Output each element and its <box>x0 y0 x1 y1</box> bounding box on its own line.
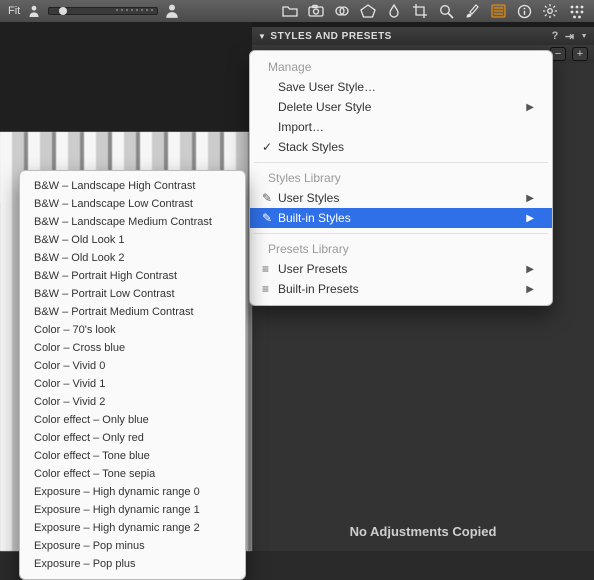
check-icon: ✓ <box>262 140 272 154</box>
style-item[interactable]: Color – Vivid 1 <box>20 375 245 393</box>
panel-menu-dropdown-icon[interactable]: ▼ <box>581 33 588 40</box>
menu-separator <box>254 162 548 163</box>
style-item[interactable]: Exposure – High dynamic range 0 <box>20 483 245 501</box>
panel-header[interactable]: ▼ STYLES AND PRESETS ? ⇥ ▼ <box>252 27 594 45</box>
no-adjustments-label: No Adjustments Copied <box>252 524 594 539</box>
style-item[interactable]: Color effect – Tone sepia <box>20 465 245 483</box>
person-left-icon[interactable] <box>26 3 42 19</box>
submenu-arrow-icon: ▶ <box>526 102 534 113</box>
style-item[interactable]: B&W – Old Look 1 <box>20 231 245 249</box>
info-circle-icon[interactable] <box>516 3 532 19</box>
style-item[interactable]: B&W – Portrait Low Contrast <box>20 285 245 303</box>
top-toolbar: Fit <box>0 0 594 22</box>
style-item[interactable]: Exposure – Pop plus <box>20 555 245 573</box>
presets-small-icon: ≡ <box>262 282 274 296</box>
plus-button[interactable]: + <box>572 47 588 61</box>
label: Stack Styles <box>278 140 344 154</box>
style-item[interactable]: B&W – Portrait Medium Contrast <box>20 303 245 321</box>
menu-heading-presets-library: Presets Library <box>250 239 552 259</box>
person-right-icon[interactable] <box>164 3 180 19</box>
grid-icon[interactable] <box>568 3 584 19</box>
menu-user-presets[interactable]: ≡ User Presets ▶ <box>250 259 552 279</box>
disclosure-triangle-icon[interactable]: ▼ <box>258 32 266 41</box>
zoom-slider[interactable] <box>48 7 158 15</box>
style-item[interactable]: Exposure – High dynamic range 2 <box>20 519 245 537</box>
menu-save-user-style[interactable]: Save User Style… <box>250 77 552 97</box>
help-icon[interactable]: ? <box>552 30 559 42</box>
style-item[interactable]: Color – 70's look <box>20 321 245 339</box>
style-item[interactable]: Color effect – Only red <box>20 429 245 447</box>
menu-import[interactable]: Import… <box>250 117 552 137</box>
magnifier-icon[interactable] <box>438 3 454 19</box>
menu-heading-styles-library: Styles Library <box>250 168 552 188</box>
style-item[interactable]: B&W – Landscape Medium Contrast <box>20 213 245 231</box>
overlap-circles-icon[interactable] <box>334 3 350 19</box>
camera-icon[interactable] <box>308 3 324 19</box>
label: Built-in Styles <box>278 211 351 225</box>
menu-heading-manage: Manage <box>250 57 552 77</box>
submenu-arrow-icon: ▶ <box>526 284 534 295</box>
styles-manage-menu: Manage Save User Style… Delete User Styl… <box>249 50 553 306</box>
submenu-arrow-icon: ▶ <box>526 193 534 204</box>
menu-user-styles[interactable]: ✎ User Styles ▶ <box>250 188 552 208</box>
label: Import… <box>278 120 324 134</box>
menu-built-in-styles[interactable]: ✎ Built-in Styles ▶ <box>250 208 552 228</box>
label: Save User Style… <box>278 80 376 94</box>
style-item[interactable]: B&W – Landscape Low Contrast <box>20 195 245 213</box>
label: Built-in Presets <box>278 282 359 296</box>
pentagon-icon[interactable] <box>360 3 376 19</box>
style-item[interactable]: Color effect – Tone blue <box>20 447 245 465</box>
label: User Presets <box>278 262 347 276</box>
brush-small-icon: ✎ <box>262 191 274 205</box>
style-item[interactable]: Exposure – Pop minus <box>20 537 245 555</box>
gear-icon[interactable] <box>542 3 558 19</box>
style-item[interactable]: B&W – Portrait High Contrast <box>20 267 245 285</box>
tool-icons <box>272 3 594 19</box>
droplet-icon[interactable] <box>386 3 402 19</box>
menu-delete-user-style[interactable]: Delete User Style ▶ <box>250 97 552 117</box>
style-item[interactable]: B&W – Old Look 2 <box>20 249 245 267</box>
style-item[interactable]: Color – Vivid 0 <box>20 357 245 375</box>
submenu-arrow-icon: ▶ <box>526 213 534 224</box>
style-item[interactable]: Color – Cross blue <box>20 339 245 357</box>
panel-menu-forward-icon[interactable]: ⇥ <box>565 30 575 43</box>
brush-icon[interactable] <box>464 3 480 19</box>
presets-small-icon: ≡ <box>262 262 274 276</box>
folder-icon[interactable] <box>282 3 298 19</box>
style-item[interactable]: Exposure – High dynamic range 1 <box>20 501 245 519</box>
menu-separator <box>254 233 548 234</box>
builtin-styles-submenu: B&W – Landscape High Contrast B&W – Land… <box>19 170 246 580</box>
style-item[interactable]: B&W – Landscape High Contrast <box>20 177 245 195</box>
crop-icon[interactable] <box>412 3 428 19</box>
list-box-icon[interactable] <box>490 3 506 19</box>
menu-built-in-presets[interactable]: ≡ Built-in Presets ▶ <box>250 279 552 299</box>
label: Delete User Style <box>278 100 371 114</box>
style-item[interactable]: Color – Vivid 2 <box>20 393 245 411</box>
menu-stack-styles[interactable]: ✓ Stack Styles <box>250 137 552 157</box>
brush-small-icon: ✎ <box>262 211 274 225</box>
label: User Styles <box>278 191 339 205</box>
submenu-arrow-icon: ▶ <box>526 264 534 275</box>
fit-label[interactable]: Fit <box>8 5 20 17</box>
style-item[interactable]: Color effect – Only blue <box>20 411 245 429</box>
panel-title: STYLES AND PRESETS <box>270 31 391 42</box>
